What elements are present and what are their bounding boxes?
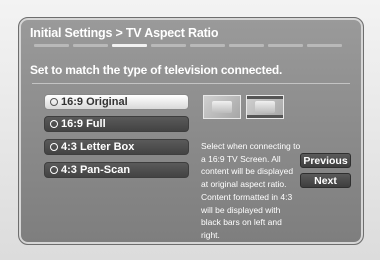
progress-step-current <box>112 44 147 47</box>
option-description: Select when connecting to a 16:9 TV Scre… <box>201 141 301 240</box>
progress-step <box>190 44 225 47</box>
option-label: 16:9 Full <box>61 118 106 130</box>
option-label: 4:3 Letter Box <box>61 141 135 153</box>
wizard-progress <box>34 44 346 47</box>
progress-step <box>229 44 264 47</box>
next-button[interactable]: Next <box>300 173 351 188</box>
option-label: 4:3 Pan-Scan <box>61 164 131 176</box>
radio-icon <box>50 98 58 106</box>
option-4-3-pan-scan[interactable]: 4:3 Pan-Scan <box>44 162 189 178</box>
radio-icon <box>50 166 58 174</box>
radio-icon <box>50 143 58 151</box>
progress-step <box>34 44 69 47</box>
progress-step <box>151 44 186 47</box>
option-16-9-full[interactable]: 16:9 Full <box>44 116 189 132</box>
previous-button[interactable]: Previous <box>300 153 351 168</box>
option-16-9-original[interactable]: 16:9 Original <box>44 94 189 110</box>
divider <box>32 83 350 84</box>
progress-step <box>307 44 342 47</box>
progress-step <box>268 44 303 47</box>
tv-preview-icon <box>203 95 241 119</box>
option-label: 16:9 Original <box>61 96 128 108</box>
progress-step <box>73 44 108 47</box>
option-4-3-letter-box[interactable]: 4:3 Letter Box <box>44 139 189 155</box>
instruction-text: Set to match the type of television conn… <box>30 63 283 77</box>
page-title: Initial Settings > TV Aspect Ratio <box>30 26 219 40</box>
radio-icon <box>50 120 58 128</box>
tv-preview-icon <box>246 95 284 119</box>
